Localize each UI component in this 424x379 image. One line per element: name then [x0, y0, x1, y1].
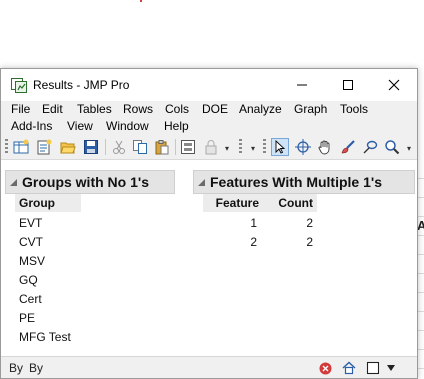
zoom-tool-button[interactable] — [383, 138, 401, 156]
count-cell: 2 — [306, 216, 313, 230]
report-content: Groups with No 1's Group EVT CVT MSV GQ … — [1, 160, 417, 356]
menu-cols[interactable]: Cols — [165, 102, 189, 116]
lasso-icon — [363, 140, 378, 154]
column-header-count[interactable]: Count — [263, 194, 317, 212]
dropdown-arrow-icon — [387, 365, 395, 371]
lasso-tool-button[interactable] — [361, 138, 379, 156]
zoom-icon — [385, 140, 400, 155]
group-cell: MSV — [19, 254, 46, 268]
window-list-button[interactable] — [365, 360, 381, 376]
cut-icon — [113, 140, 125, 154]
minimize-button[interactable] — [279, 69, 325, 101]
toolbar-separator — [175, 139, 176, 155]
results-window: Results - JMP Pro File Edit Tables Rows … — [0, 68, 418, 379]
menu-view[interactable]: View — [67, 119, 93, 133]
count-cell: 2 — [306, 235, 313, 249]
close-button[interactable] — [371, 69, 417, 101]
paste-button[interactable] — [153, 138, 171, 156]
brush-icon — [341, 140, 355, 154]
copy-icon — [133, 140, 147, 154]
column-header-group[interactable]: Group — [15, 194, 81, 212]
lock-button[interactable] — [202, 138, 220, 156]
feature-cell: 2 — [250, 235, 257, 249]
crosshair-tool-button[interactable] — [294, 138, 312, 156]
menu-window[interactable]: Window — [106, 119, 149, 133]
toolbar-grip[interactable] — [239, 139, 242, 155]
maximize-button[interactable] — [325, 69, 371, 101]
lock-icon — [205, 140, 217, 155]
crosshair-icon — [295, 139, 311, 155]
toolbar-overflow-chevron[interactable]: ▾ — [251, 144, 255, 153]
window-list-dropdown[interactable] — [383, 360, 399, 376]
outline-features-multiple[interactable]: Features With Multiple 1's — [193, 170, 415, 194]
maximize-icon — [343, 80, 353, 90]
disclosure-triangle-icon[interactable] — [198, 178, 205, 186]
status-bar: By By — [1, 356, 417, 378]
toolbar: ▾ ▾ ▾ — [1, 135, 417, 160]
stop-button[interactable] — [317, 360, 333, 376]
status-by-value: By — [29, 361, 44, 375]
menu-file[interactable]: File — [11, 102, 30, 116]
background-partial-letter: A — [417, 218, 424, 233]
toolbar-grip[interactable] — [5, 139, 8, 155]
group-cell: MFG Test — [19, 330, 71, 344]
menu-graph[interactable]: Graph — [294, 102, 327, 116]
error-stop-icon — [319, 362, 331, 374]
journal-button[interactable] — [179, 138, 197, 156]
save-icon — [84, 140, 98, 154]
outline-groups-no-ones[interactable]: Groups with No 1's — [5, 170, 175, 194]
menu-edit[interactable]: Edit — [42, 102, 63, 116]
outline-title-features: Features With Multiple 1's — [210, 174, 383, 190]
menu-tables[interactable]: Tables — [77, 102, 112, 116]
arrow-tool-button[interactable] — [271, 138, 289, 156]
open-icon — [60, 142, 76, 154]
group-cell: EVT — [19, 216, 43, 230]
disclosure-triangle-icon[interactable] — [10, 178, 17, 186]
status-by-label: By — [9, 361, 24, 375]
journal-icon — [181, 140, 195, 154]
group-cell: CVT — [19, 235, 43, 249]
minimize-icon — [297, 84, 307, 86]
window-title: Results - JMP Pro — [33, 78, 130, 92]
new-table-icon — [13, 139, 29, 154]
hand-tool-button[interactable] — [316, 138, 334, 156]
home-icon — [342, 361, 356, 375]
window-square-icon — [366, 361, 380, 375]
hand-icon — [318, 140, 330, 155]
new-table-button[interactable] — [12, 138, 30, 156]
home-button[interactable] — [341, 360, 357, 376]
menu-tools[interactable]: Tools — [340, 102, 368, 116]
toolbar-separator — [105, 139, 106, 155]
background-dot — [140, 0, 142, 2]
menu-doe[interactable]: DOE — [202, 102, 228, 116]
menu-analyze[interactable]: Analyze — [239, 102, 282, 116]
close-icon — [388, 79, 400, 91]
group-cell: Cert — [19, 292, 42, 306]
menu-bar: File Edit Tables Rows Cols DOE Analyze G… — [1, 101, 417, 135]
copy-button[interactable] — [131, 138, 149, 156]
save-button[interactable] — [82, 138, 100, 156]
open-button[interactable] — [59, 138, 77, 156]
cut-button[interactable] — [110, 138, 128, 156]
toolbar-overflow-chevron[interactable]: ▾ — [225, 144, 229, 153]
title-bar[interactable]: Results - JMP Pro — [1, 69, 417, 101]
column-header-feature[interactable]: Feature — [203, 194, 263, 212]
toolbar-overflow-chevron[interactable]: ▾ — [407, 144, 411, 153]
paste-icon — [155, 140, 169, 155]
menu-help[interactable]: Help — [164, 119, 189, 133]
arrow-icon — [275, 140, 286, 154]
jmp-app-icon — [11, 78, 27, 93]
group-cell: PE — [19, 311, 36, 325]
new-script-icon — [37, 139, 52, 155]
brush-tool-button[interactable] — [339, 138, 357, 156]
feature-cell: 1 — [250, 216, 257, 230]
menu-add-ins[interactable]: Add-Ins — [11, 119, 52, 133]
toolbar-grip[interactable] — [263, 139, 266, 155]
menu-rows[interactable]: Rows — [123, 102, 153, 116]
outline-title-groups: Groups with No 1's — [22, 174, 150, 190]
new-script-button[interactable] — [35, 138, 53, 156]
group-cell: GQ — [19, 273, 38, 287]
